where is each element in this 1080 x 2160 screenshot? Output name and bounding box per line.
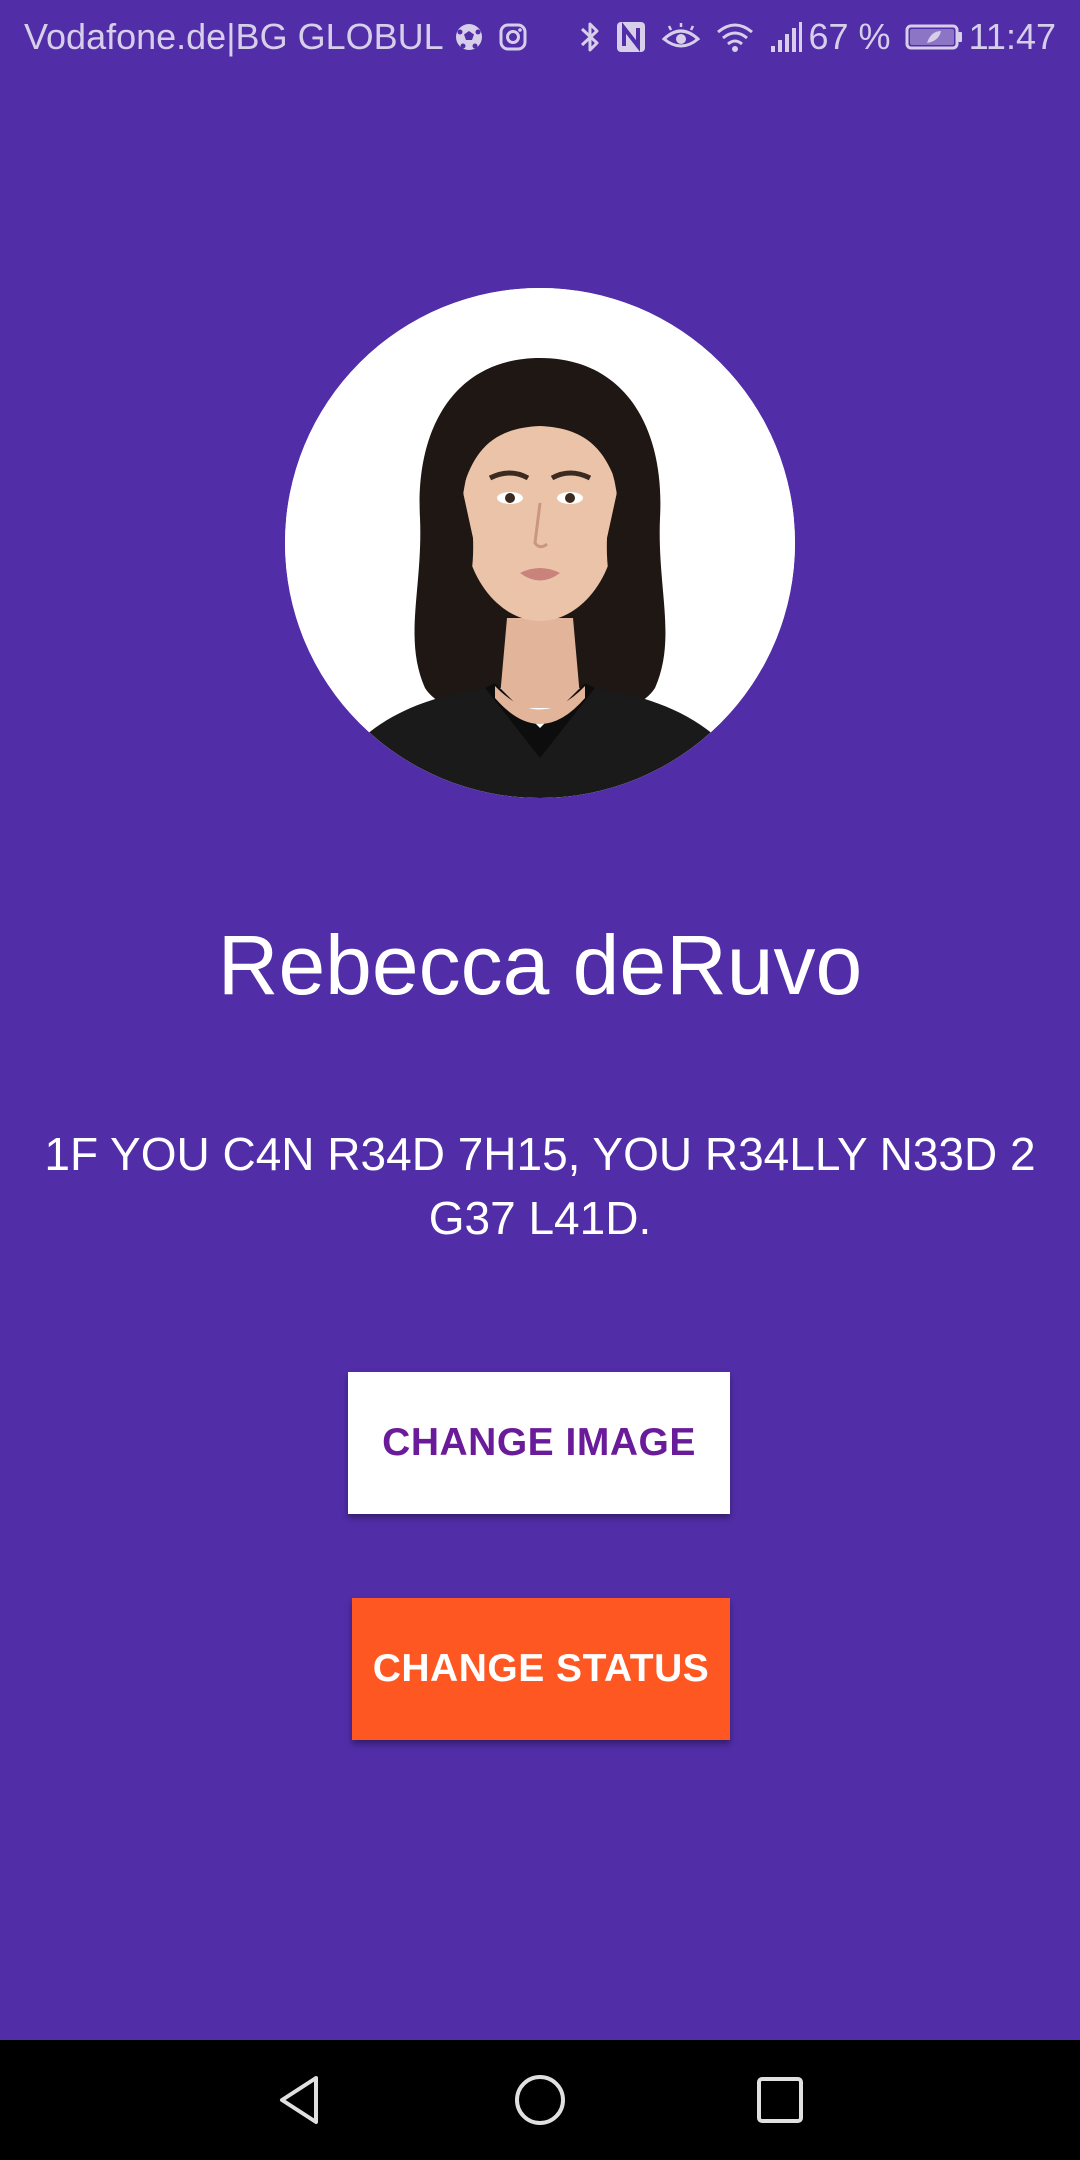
home-icon[interactable] [500,2060,580,2140]
bluetooth-icon [579,20,601,54]
soccer-ball-icon [454,22,484,52]
profile-screen: Vodafone.de|BG GLOBUL 67 % 11:47 Rebecca… [0,0,1080,2040]
status-bar-left: Vodafone.de|BG GLOBUL [24,0,528,74]
recents-icon[interactable] [740,2060,820,2140]
profile-photo [285,288,795,798]
instagram-icon [498,22,528,52]
status-bar: Vodafone.de|BG GLOBUL 67 % 11:47 [0,0,1080,74]
back-icon[interactable] [260,2060,340,2140]
eye-comfort-icon [661,22,701,52]
battery-percent: 67 % [808,16,891,57]
clock: 11:47 [968,16,1056,57]
nfc-icon [615,20,647,54]
change-image-button[interactable]: CHANGE IMAGE [348,1372,730,1514]
status-bar-right: 67 % 11:47 [565,0,1056,74]
profile-avatar[interactable] [285,288,795,798]
carrier-label: Vodafone.de|BG GLOBUL [24,16,444,57]
signal-icon [769,20,803,54]
change-status-button[interactable]: CHANGE STATUS [352,1598,730,1740]
profile-status-message: 1F YOU C4N R34D 7H15, YOU R34LLY N33D 2 … [44,1128,1036,1244]
wifi-icon [715,21,755,53]
navigation-bar [0,2040,1080,2160]
battery-icon [905,23,963,51]
profile-name: Rebecca deRuvo [217,918,863,1012]
